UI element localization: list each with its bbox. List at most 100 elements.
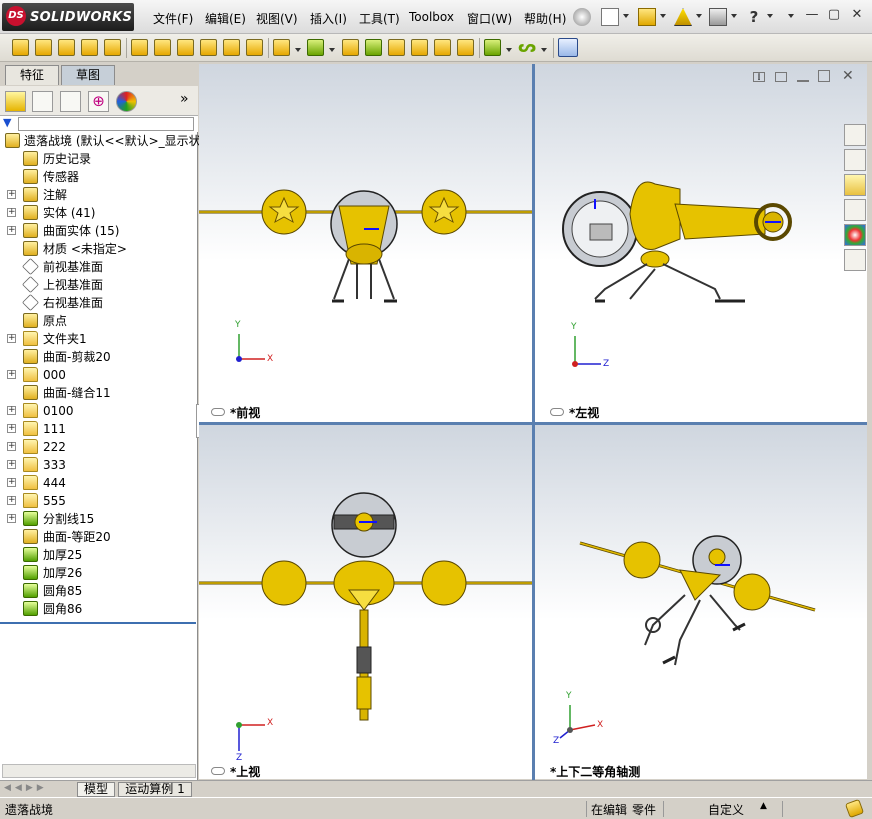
close-icon[interactable]: ✕ [849,8,865,22]
menu-window[interactable]: 窗口(W) [467,10,512,27]
curves-icon[interactable]: ᔕ [518,39,536,56]
tree-item[interactable]: + 分割线15 [0,510,198,528]
swept-cut-icon[interactable] [177,39,194,56]
restore-view-icon[interactable] [818,70,830,82]
tab-model[interactable]: 模型 [77,782,115,797]
tree-item[interactable]: 传感器 [0,168,198,186]
chevron-down-icon[interactable] [788,14,794,18]
tree-item[interactable]: +0100 [0,402,198,420]
expand-icon[interactable]: + [7,424,16,433]
file-explorer-icon[interactable] [844,174,866,196]
tree-item[interactable]: + 文件夹1 [0,330,198,348]
tree-item[interactable]: +444 [0,474,198,492]
dome-icon[interactable] [434,39,451,56]
two-view-icon[interactable] [775,72,787,82]
chevron-up-icon[interactable]: ▲ [760,801,767,811]
chamfer-icon[interactable] [273,39,290,56]
tab-sketch[interactable]: 草图 [61,65,115,85]
tree-item[interactable]: 圆角86 [0,600,198,618]
chevron-down-icon[interactable] [295,48,301,52]
mirror-icon[interactable] [457,39,474,56]
tree-item[interactable]: 材质 <未指定> [0,240,198,258]
pushpin-icon[interactable] [573,8,591,26]
solidworks-logo[interactable]: DS SOLIDWORKS [2,3,134,31]
expand-icon[interactable]: + [7,514,16,523]
status-units[interactable]: 自定义 [708,801,744,818]
chevron-down-icon[interactable] [660,14,666,18]
restore-icon[interactable]: ▢ [826,8,842,22]
viewport-divider-horizontal[interactable] [199,422,867,425]
fillet-icon[interactable] [246,39,263,56]
viewport-top[interactable]: X Z *上视 [199,425,532,779]
chevron-down-icon[interactable] [329,48,335,52]
tree-item[interactable]: 历史记录 [0,150,198,168]
feature-manager-icon[interactable] [5,91,26,112]
home-icon[interactable] [844,124,866,146]
minimize-view-icon[interactable] [797,72,809,82]
dimxpert-icon[interactable]: ⊕ [88,91,109,112]
rib-icon[interactable] [342,39,359,56]
property-manager-icon[interactable] [32,91,53,112]
display-manager-icon[interactable] [116,91,137,112]
single-view-icon[interactable]: ⫿ [753,72,765,82]
chevron-down-icon[interactable] [767,14,773,18]
tree-filter-input[interactable] [18,117,194,131]
extruded-boss-icon[interactable] [12,39,29,56]
swept-boss-icon[interactable] [58,39,75,56]
boundary-boss-icon[interactable] [104,39,121,56]
new-document-icon[interactable] [601,8,619,26]
revolved-boss-icon[interactable] [35,39,52,56]
tree-item[interactable]: +555 [0,492,198,510]
tab-motion-study[interactable]: 运动算例 1 [118,782,192,797]
viewport-front[interactable]: Y X *前视 [199,64,532,422]
view-link-icon[interactable] [211,767,225,775]
rebuild-warning-icon[interactable] [674,8,692,26]
menu-help[interactable]: 帮助(H) [524,10,566,27]
tree-item[interactable]: +222 [0,438,198,456]
appearances-icon[interactable] [844,224,866,246]
tree-item[interactable]: + 实体 (41) [0,204,198,222]
tree-item[interactable]: + 注解 [0,186,198,204]
menu-edit[interactable]: 编辑(E) [205,10,246,27]
tree-item[interactable]: 上视基准面 [0,276,198,294]
draft-icon[interactable] [365,39,382,56]
expand-icon[interactable]: + [7,226,16,235]
tree-item[interactable]: 右视基准面 [0,294,198,312]
print-icon[interactable] [709,8,727,26]
rebuild-status-icon[interactable] [844,798,865,819]
horizontal-scrollbar[interactable] [2,764,196,778]
menu-view[interactable]: 视图(V) [256,10,298,27]
view-link-icon[interactable] [550,408,564,416]
shell-icon[interactable] [388,39,405,56]
chevron-down-icon[interactable] [731,14,737,18]
menu-insert[interactable]: 插入(I) [310,10,347,27]
tree-item[interactable]: 曲面-等距20 [0,528,198,546]
boundary-cut-icon[interactable] [223,39,240,56]
chevron-down-icon[interactable] [541,48,547,52]
viewport-left[interactable]: Y Z *左视 ⫿ ✕ [535,64,867,422]
view-palette-icon[interactable] [844,199,866,221]
close-view-icon[interactable]: ✕ [842,68,854,84]
lofted-boss-icon[interactable] [81,39,98,56]
tree-item[interactable]: 曲面-剪裁20 [0,348,198,366]
configuration-manager-icon[interactable] [60,91,81,112]
lofted-cut-icon[interactable] [200,39,217,56]
expand-icon[interactable]: + [7,478,16,487]
chevron-down-icon[interactable] [696,14,702,18]
open-folder-icon[interactable] [638,8,656,26]
expand-icon[interactable]: + [7,442,16,451]
minimize-icon[interactable]: — [804,8,820,22]
tab-features[interactable]: 特征 [5,65,59,85]
tree-item[interactable]: +000 [0,366,198,384]
revolved-cut-icon[interactable] [154,39,171,56]
extruded-cut-icon[interactable] [131,39,148,56]
expand-icon[interactable]: + [7,496,16,505]
expand-icon[interactable]: + [7,460,16,469]
view-link-icon[interactable] [211,408,225,416]
expand-icon[interactable]: + [7,190,16,199]
tree-item[interactable]: 遗落战境 (默认<<默认>_显示状 [0,132,201,150]
menu-file[interactable]: 文件(F) [153,10,193,27]
expand-icon[interactable]: + [7,208,16,217]
linear-pattern-icon[interactable] [307,39,324,56]
menu-tools[interactable]: 工具(T) [359,10,400,27]
